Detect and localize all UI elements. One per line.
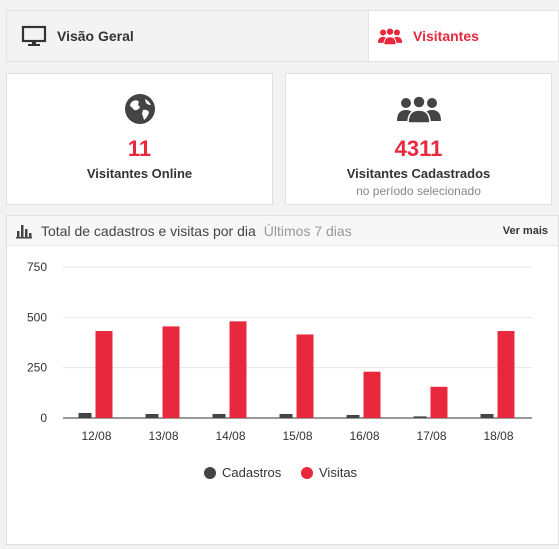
users-group-icon [377, 27, 403, 46]
see-more-link[interactable]: Ver mais [503, 225, 548, 237]
tab-overview-label: Visão Geral [57, 28, 134, 44]
y-tick-label: 750 [27, 260, 47, 274]
panel-range: Últimos 7 dias [263, 222, 352, 239]
bar-visitas [363, 371, 381, 418]
bar-cadastros [346, 414, 360, 418]
registered-visitors-label: Visitantes Cadastrados [346, 166, 491, 181]
bar-cadastros [413, 416, 427, 418]
x-tick-label: 12/08 [81, 429, 111, 443]
registered-visitors-period: no período selecionado [356, 184, 481, 198]
x-tick-label: 13/08 [148, 429, 178, 443]
x-tick-label: 17/08 [416, 429, 446, 443]
globe-icon [124, 94, 155, 124]
bar-visitas [229, 321, 247, 418]
users-group-icon [396, 95, 441, 124]
online-visitors-card: 11 Visitantes Online [6, 73, 273, 205]
bar-visitas [430, 386, 448, 418]
daily-chart-panel: Total de cadastros e visitas por dia Últ… [6, 215, 559, 545]
bar-chart: 0 250 500 750 12/08 13/08 14/08 15/08 16/08 17/08… [27, 260, 532, 480]
bar-cadastros [480, 413, 494, 418]
bar-visitas [162, 326, 180, 418]
tab-bar: Visão Geral Visitantes [6, 10, 559, 62]
tab-visitors[interactable]: Visitantes [369, 11, 558, 61]
bar-cadastros [78, 412, 92, 418]
x-tick-label: 15/08 [282, 429, 312, 443]
legend-label-visitas: Visitas [319, 465, 358, 480]
legend-marker-cadastros [204, 467, 216, 479]
online-visitors-count: 11 [127, 136, 152, 161]
y-tick-label: 0 [40, 411, 47, 425]
bar-visitas [497, 331, 515, 418]
x-tick-label: 16/08 [349, 429, 379, 443]
y-tick-label: 250 [27, 361, 47, 375]
x-tick-label: 18/08 [483, 429, 513, 443]
bar-chart-icon [16, 224, 32, 238]
legend-label-cadastros: Cadastros [222, 465, 282, 480]
monitor-icon [21, 25, 47, 46]
registered-visitors-card: 4311 Visitantes Cadastrados no período s… [285, 73, 552, 205]
tab-overview[interactable]: Visão Geral [7, 11, 369, 61]
bar-visitas [95, 331, 113, 418]
panel-title: Total de cadastros e visitas por dia [41, 222, 256, 239]
tab-visitors-label: Visitantes [413, 28, 479, 44]
legend-marker-visitas [301, 467, 313, 479]
bar-visitas [296, 334, 314, 418]
bar-cadastros [279, 413, 293, 418]
panel-header: Total de cadastros e visitas por dia Últ… [7, 216, 558, 246]
registered-visitors-count: 4311 [394, 136, 443, 161]
bar-cadastros [145, 413, 159, 418]
online-visitors-label: Visitantes Online [86, 166, 193, 181]
bar-cadastros [212, 413, 226, 418]
y-tick-label: 500 [27, 310, 47, 324]
x-tick-label: 14/08 [215, 429, 245, 443]
